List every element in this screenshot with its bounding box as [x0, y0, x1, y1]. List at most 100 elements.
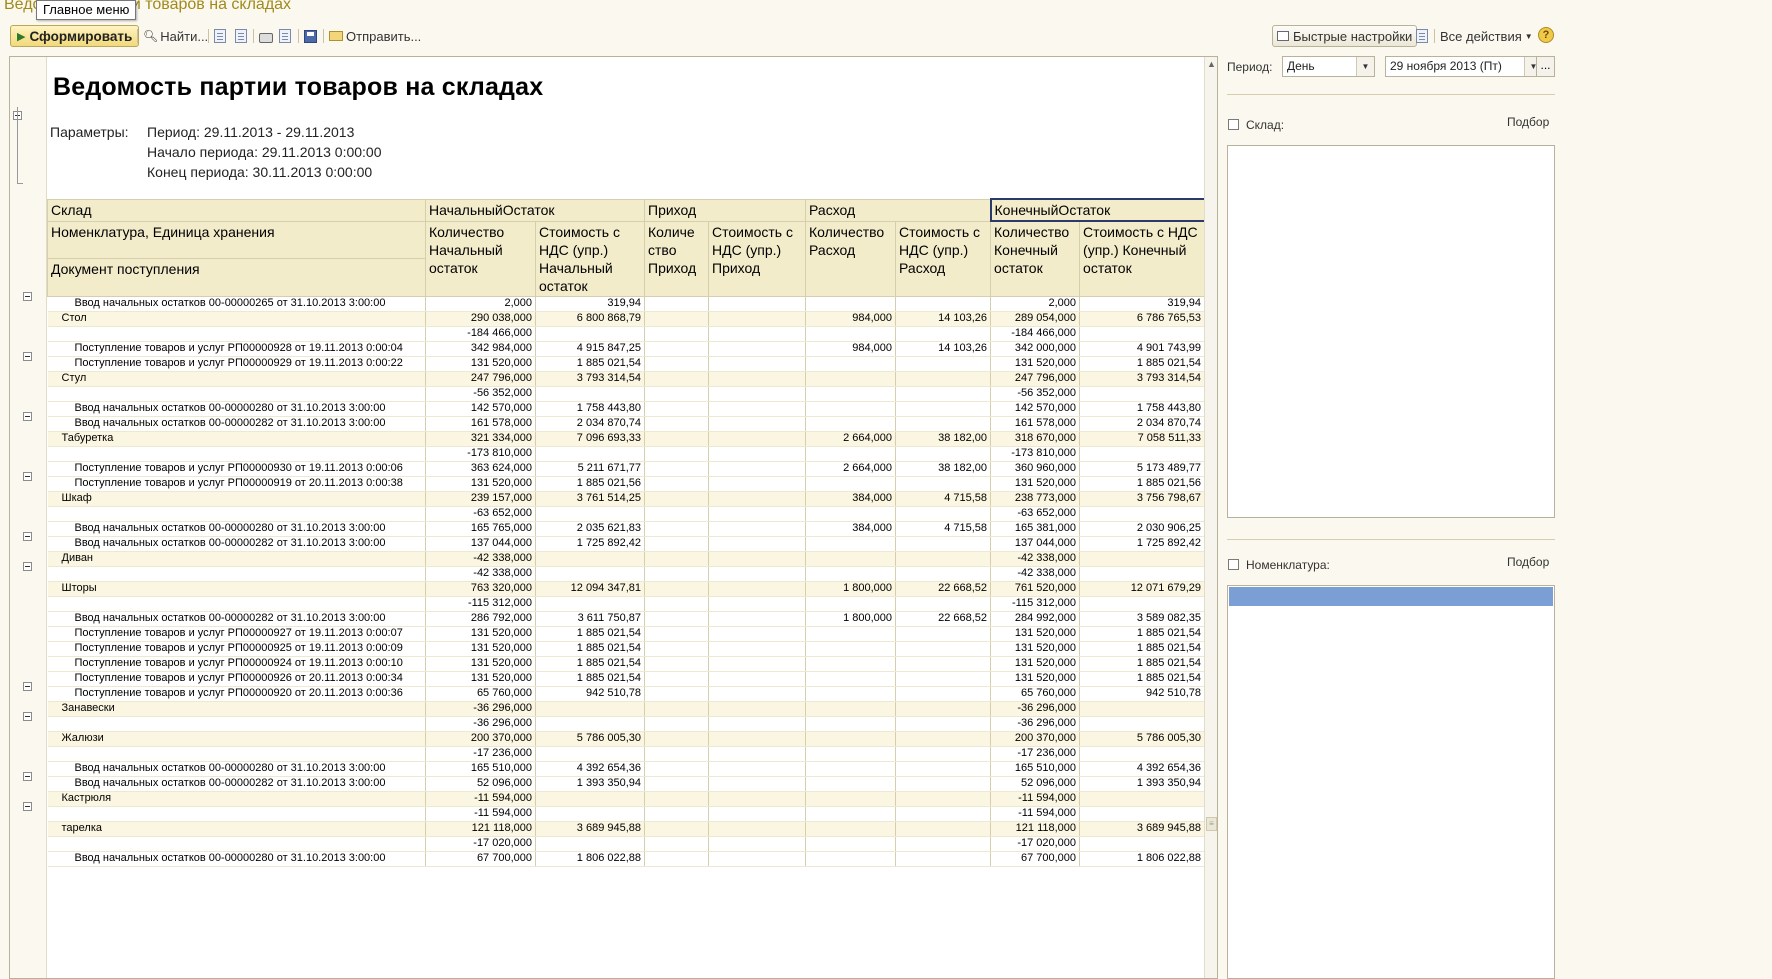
row-name-cell[interactable]: [47, 326, 426, 342]
row-value-cell[interactable]: -173 810,000: [990, 446, 1081, 462]
collapse-group-icon[interactable]: [23, 562, 32, 571]
table-row[interactable]: Поступление товаров и услуг РП00000927 о…: [47, 626, 1206, 642]
row-value-cell[interactable]: 1 885 021,54: [1079, 626, 1206, 642]
expand-groups-button[interactable]: [214, 25, 226, 47]
row-value-cell[interactable]: -17 020,000: [425, 836, 536, 852]
row-value-cell[interactable]: -36 296,000: [990, 716, 1081, 732]
table-row[interactable]: Ввод начальных остатков 00-00000280 от 3…: [47, 851, 1206, 867]
row-value-cell[interactable]: 22 668,52: [895, 611, 992, 627]
row-value-cell[interactable]: [895, 791, 992, 807]
row-name-cell[interactable]: [47, 386, 426, 402]
row-value-cell[interactable]: 1 885 021,54: [1079, 671, 1206, 687]
row-value-cell[interactable]: 319,94: [1079, 296, 1206, 312]
row-value-cell[interactable]: 360 960,000: [990, 461, 1081, 477]
table-row[interactable]: Поступление товаров и услуг РП00000930 о…: [47, 461, 1206, 477]
row-value-cell[interactable]: [644, 551, 710, 567]
nomenclature-list[interactable]: [1227, 585, 1555, 979]
row-name-cell[interactable]: [47, 806, 426, 822]
row-value-cell[interactable]: 1 885 021,54: [535, 356, 646, 372]
row-value-cell[interactable]: 131 520,000: [425, 626, 536, 642]
row-name-cell[interactable]: Занавески: [47, 701, 426, 717]
row-name-cell[interactable]: [47, 596, 426, 612]
row-value-cell[interactable]: [708, 461, 807, 477]
row-value-cell[interactable]: [895, 701, 992, 717]
row-value-cell[interactable]: [708, 476, 807, 492]
row-value-cell[interactable]: [708, 761, 807, 777]
row-value-cell[interactable]: 1 885 021,54: [535, 626, 646, 642]
row-value-cell[interactable]: [708, 431, 807, 447]
warehouse-pick-link[interactable]: Подбор: [1507, 115, 1549, 129]
row-value-cell[interactable]: 2 664,000: [805, 461, 897, 477]
row-value-cell[interactable]: 131 520,000: [990, 656, 1081, 672]
row-value-cell[interactable]: [895, 536, 992, 552]
row-value-cell[interactable]: [895, 566, 992, 582]
row-value-cell[interactable]: -184 466,000: [425, 326, 536, 342]
row-value-cell[interactable]: 12 094 347,81: [535, 581, 646, 597]
group-row[interactable]: Табуретка 321 334,000 7 096 693,33 2 664,00…: [47, 431, 1206, 447]
row-value-cell[interactable]: [708, 626, 807, 642]
row-value-cell[interactable]: 131 520,000: [990, 671, 1081, 687]
row-value-cell[interactable]: [535, 716, 646, 732]
row-value-cell[interactable]: [805, 701, 897, 717]
row-value-cell[interactable]: [708, 566, 807, 582]
row-value-cell[interactable]: [708, 791, 807, 807]
row-value-cell[interactable]: -11 594,000: [425, 791, 536, 807]
collapse-group-icon[interactable]: [23, 712, 32, 721]
row-name-cell[interactable]: Шкаф: [47, 491, 426, 507]
row-value-cell[interactable]: [644, 311, 710, 327]
row-value-cell[interactable]: 131 520,000: [425, 671, 536, 687]
row-value-cell[interactable]: [708, 686, 807, 702]
row-value-cell[interactable]: 38 182,00: [895, 431, 992, 447]
row-value-cell[interactable]: 1 885 021,54: [1079, 641, 1206, 657]
row-value-cell[interactable]: [805, 566, 897, 582]
table-row[interactable]: -173 810,000 -173 810,000: [47, 446, 1206, 462]
row-value-cell[interactable]: 131 520,000: [425, 476, 536, 492]
row-value-cell[interactable]: [805, 356, 897, 372]
row-value-cell[interactable]: [805, 851, 897, 867]
row-value-cell[interactable]: [895, 836, 992, 852]
row-value-cell[interactable]: 165 510,000: [425, 761, 536, 777]
group-row[interactable]: Занавески -36 296,000 -36 296,000: [47, 701, 1206, 717]
row-value-cell[interactable]: [805, 416, 897, 432]
row-value-cell[interactable]: 131 520,000: [990, 641, 1081, 657]
row-value-cell[interactable]: [895, 821, 992, 837]
row-name-cell[interactable]: Ввод начальных остатков 00-00000282 от 3…: [47, 611, 426, 627]
nomenclature-checkbox[interactable]: [1228, 559, 1239, 570]
table-row[interactable]: Ввод начальных остатков 00-00000282 от 3…: [47, 536, 1206, 552]
row-value-cell[interactable]: 2,000: [425, 296, 536, 312]
row-name-cell[interactable]: Поступление товаров и услуг РП00000929 о…: [47, 356, 426, 372]
row-value-cell[interactable]: [535, 446, 646, 462]
row-value-cell[interactable]: -115 312,000: [990, 596, 1081, 612]
col-document[interactable]: Документ поступления: [48, 259, 425, 279]
row-value-cell[interactable]: [1079, 326, 1206, 342]
row-value-cell[interactable]: [805, 401, 897, 417]
row-value-cell[interactable]: 1 800,000: [805, 581, 897, 597]
row-value-cell[interactable]: 52 096,000: [990, 776, 1081, 792]
row-name-cell[interactable]: Ввод начальных остатков 00-00000280 от 3…: [47, 401, 426, 417]
row-value-cell[interactable]: 1 885 021,54: [535, 641, 646, 657]
row-value-cell[interactable]: [895, 371, 992, 387]
row-value-cell[interactable]: [708, 386, 807, 402]
collapse-group-icon[interactable]: [23, 772, 32, 781]
row-value-cell[interactable]: [708, 701, 807, 717]
row-value-cell[interactable]: [1079, 386, 1206, 402]
save-button[interactable]: [304, 25, 317, 47]
row-value-cell[interactable]: 984,000: [805, 341, 897, 357]
warehouse-checkbox[interactable]: [1228, 119, 1239, 130]
row-value-cell[interactable]: 384,000: [805, 491, 897, 507]
row-name-cell[interactable]: [47, 746, 426, 762]
collapse-group-icon[interactable]: [23, 532, 32, 541]
table-row[interactable]: -36 296,000 -36 296,000: [47, 716, 1206, 732]
row-value-cell[interactable]: 2,000: [990, 296, 1081, 312]
row-name-cell[interactable]: Кастрюля: [47, 791, 426, 807]
row-value-cell[interactable]: [708, 491, 807, 507]
row-value-cell[interactable]: [1079, 806, 1206, 822]
row-value-cell[interactable]: 5 173 489,77: [1079, 461, 1206, 477]
row-value-cell[interactable]: -42 338,000: [425, 566, 536, 582]
row-value-cell[interactable]: -42 338,000: [990, 566, 1081, 582]
row-value-cell[interactable]: 1 885 021,54: [1079, 356, 1206, 372]
row-name-cell[interactable]: Поступление товаров и услуг РП00000928 о…: [47, 341, 426, 357]
vertical-scrollbar[interactable]: ▲ ≡: [1204, 57, 1217, 978]
row-value-cell[interactable]: 239 157,000: [425, 491, 536, 507]
row-value-cell[interactable]: [895, 326, 992, 342]
